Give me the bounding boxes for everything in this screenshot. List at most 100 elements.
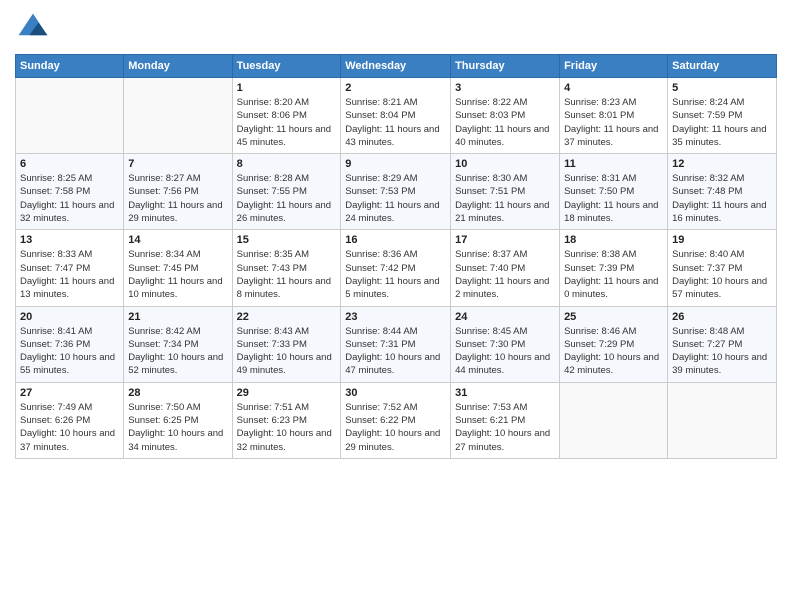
- calendar-cell: 14Sunrise: 8:34 AM Sunset: 7:45 PM Dayli…: [124, 230, 232, 306]
- calendar-cell: 4 Sunrise: 8:23 AM Sunset: 8:01 PM Daylig…: [560, 78, 668, 154]
- weekday-header-monday: Monday: [124, 55, 232, 78]
- day-info: Sunrise: 7:53 AM Sunset: 6:21 PM Dayligh…: [455, 401, 555, 454]
- weekday-header-saturday: Saturday: [668, 55, 777, 78]
- day-number: 4: [564, 82, 663, 94]
- day-info: Sunrise: 8:24 AM Sunset: 7:59 PM Dayligh…: [672, 96, 772, 149]
- calendar-cell: 10 Sunrise: 8:30 AM Sunset: 7:51 PM Dayli…: [451, 154, 560, 230]
- day-number: 2: [345, 82, 446, 94]
- day-info: Sunrise: 8:43 AM Sunset: 7:33 PM Dayligh…: [237, 325, 337, 378]
- day-number: 26: [672, 311, 772, 323]
- calendar-body: 1 Sunrise: 8:20 AM Sunset: 8:06 PM Daylig…: [16, 78, 777, 459]
- calendar-cell: 30 Sunrise: 7:52 AM Sunset: 6:22 PM Dayli…: [341, 382, 451, 458]
- day-number: 29: [237, 387, 337, 399]
- calendar-cell: 16 Sunrise: 8:36 AM Sunset: 7:42 PM Dayli…: [341, 230, 451, 306]
- day-info: Sunrise: 7:52 AM Sunset: 6:22 PM Dayligh…: [345, 401, 446, 454]
- calendar-cell: 12 Sunrise: 8:32 AM Sunset: 7:48 PM Dayli…: [668, 154, 777, 230]
- week-row-2: 6 Sunrise: 8:25 AM Sunset: 7:58 PM Daylig…: [16, 154, 777, 230]
- calendar-cell: 29 Sunrise: 7:51 AM Sunset: 6:23 PM Dayli…: [232, 382, 341, 458]
- day-number: 16: [345, 234, 446, 246]
- day-info: Sunrise: 8:38 AM Sunset: 7:39 PM Dayligh…: [564, 248, 663, 301]
- day-info: Sunrise: 8:48 AM Sunset: 7:27 PM Dayligh…: [672, 325, 772, 378]
- calendar-cell: 22Sunrise: 8:43 AM Sunset: 7:33 PM Dayli…: [232, 306, 341, 382]
- day-info: Sunrise: 8:35 AM Sunset: 7:43 PM Dayligh…: [237, 248, 337, 301]
- day-number: 3: [455, 82, 555, 94]
- weekday-header-thursday: Thursday: [451, 55, 560, 78]
- day-number: 24: [455, 311, 555, 323]
- day-number: 7: [128, 158, 227, 170]
- day-info: Sunrise: 8:41 AM Sunset: 7:36 PM Dayligh…: [20, 325, 119, 378]
- calendar-cell: 11 Sunrise: 8:31 AM Sunset: 7:50 PM Dayli…: [560, 154, 668, 230]
- week-row-3: 13 Sunrise: 8:33 AM Sunset: 7:47 PM Dayli…: [16, 230, 777, 306]
- calendar-cell: [560, 382, 668, 458]
- day-info: Sunrise: 8:42 AM Sunset: 7:34 PM Dayligh…: [128, 325, 227, 378]
- day-info: Sunrise: 7:50 AM Sunset: 6:25 PM Dayligh…: [128, 401, 227, 454]
- day-number: 31: [455, 387, 555, 399]
- day-info: Sunrise: 8:32 AM Sunset: 7:48 PM Dayligh…: [672, 172, 772, 225]
- weekday-header-tuesday: Tuesday: [232, 55, 341, 78]
- day-number: 12: [672, 158, 772, 170]
- calendar-cell: 26 Sunrise: 8:48 AM Sunset: 7:27 PM Dayli…: [668, 306, 777, 382]
- day-info: Sunrise: 8:21 AM Sunset: 8:04 PM Dayligh…: [345, 96, 446, 149]
- day-number: 17: [455, 234, 555, 246]
- calendar-cell: 15Sunrise: 8:35 AM Sunset: 7:43 PM Dayli…: [232, 230, 341, 306]
- day-info: Sunrise: 8:22 AM Sunset: 8:03 PM Dayligh…: [455, 96, 555, 149]
- day-info: Sunrise: 8:23 AM Sunset: 8:01 PM Dayligh…: [564, 96, 663, 149]
- day-number: 28: [128, 387, 227, 399]
- day-number: 18: [564, 234, 663, 246]
- week-row-5: 27 Sunrise: 7:49 AM Sunset: 6:26 PM Dayli…: [16, 382, 777, 458]
- day-number: 5: [672, 82, 772, 94]
- calendar-cell: 21 Sunrise: 8:42 AM Sunset: 7:34 PM Dayli…: [124, 306, 232, 382]
- calendar-cell: 28 Sunrise: 7:50 AM Sunset: 6:25 PM Dayli…: [124, 382, 232, 458]
- calendar-header: SundayMondayTuesdayWednesdayThursdayFrid…: [16, 55, 777, 78]
- calendar-cell: 1 Sunrise: 8:20 AM Sunset: 8:06 PM Daylig…: [232, 78, 341, 154]
- day-number: 8: [237, 158, 337, 170]
- day-number: 6: [20, 158, 119, 170]
- day-info: Sunrise: 8:20 AM Sunset: 8:06 PM Dayligh…: [237, 96, 337, 149]
- calendar-cell: 6 Sunrise: 8:25 AM Sunset: 7:58 PM Daylig…: [16, 154, 124, 230]
- week-row-4: 20Sunrise: 8:41 AM Sunset: 7:36 PM Dayli…: [16, 306, 777, 382]
- day-number: 23: [345, 311, 446, 323]
- calendar-cell: [668, 382, 777, 458]
- calendar-cell: 27 Sunrise: 7:49 AM Sunset: 6:26 PM Dayli…: [16, 382, 124, 458]
- calendar-cell: 2 Sunrise: 8:21 AM Sunset: 8:04 PM Daylig…: [341, 78, 451, 154]
- calendar: SundayMondayTuesdayWednesdayThursdayFrid…: [15, 54, 777, 459]
- day-info: Sunrise: 8:25 AM Sunset: 7:58 PM Dayligh…: [20, 172, 119, 225]
- day-number: 1: [237, 82, 337, 94]
- day-number: 9: [345, 158, 446, 170]
- day-info: Sunrise: 8:40 AM Sunset: 7:37 PM Dayligh…: [672, 248, 772, 301]
- day-number: 14: [128, 234, 227, 246]
- calendar-cell: 13 Sunrise: 8:33 AM Sunset: 7:47 PM Dayli…: [16, 230, 124, 306]
- calendar-cell: [124, 78, 232, 154]
- week-row-1: 1 Sunrise: 8:20 AM Sunset: 8:06 PM Daylig…: [16, 78, 777, 154]
- logo: [15, 10, 55, 46]
- day-number: 21: [128, 311, 227, 323]
- day-info: Sunrise: 8:29 AM Sunset: 7:53 PM Dayligh…: [345, 172, 446, 225]
- calendar-cell: 17 Sunrise: 8:37 AM Sunset: 7:40 PM Dayli…: [451, 230, 560, 306]
- day-info: Sunrise: 8:37 AM Sunset: 7:40 PM Dayligh…: [455, 248, 555, 301]
- day-info: Sunrise: 8:36 AM Sunset: 7:42 PM Dayligh…: [345, 248, 446, 301]
- calendar-cell: 5 Sunrise: 8:24 AM Sunset: 7:59 PM Daylig…: [668, 78, 777, 154]
- calendar-cell: 3 Sunrise: 8:22 AM Sunset: 8:03 PM Daylig…: [451, 78, 560, 154]
- day-info: Sunrise: 8:33 AM Sunset: 7:47 PM Dayligh…: [20, 248, 119, 301]
- day-info: Sunrise: 8:45 AM Sunset: 7:30 PM Dayligh…: [455, 325, 555, 378]
- day-info: Sunrise: 7:51 AM Sunset: 6:23 PM Dayligh…: [237, 401, 337, 454]
- day-number: 13: [20, 234, 119, 246]
- calendar-cell: 7 Sunrise: 8:27 AM Sunset: 7:56 PM Daylig…: [124, 154, 232, 230]
- day-info: Sunrise: 7:49 AM Sunset: 6:26 PM Dayligh…: [20, 401, 119, 454]
- day-number: 30: [345, 387, 446, 399]
- day-info: Sunrise: 8:31 AM Sunset: 7:50 PM Dayligh…: [564, 172, 663, 225]
- day-info: Sunrise: 8:27 AM Sunset: 7:56 PM Dayligh…: [128, 172, 227, 225]
- weekday-header-wednesday: Wednesday: [341, 55, 451, 78]
- day-number: 27: [20, 387, 119, 399]
- page: SundayMondayTuesdayWednesdayThursdayFrid…: [0, 0, 792, 612]
- day-number: 11: [564, 158, 663, 170]
- calendar-cell: 25 Sunrise: 8:46 AM Sunset: 7:29 PM Dayli…: [560, 306, 668, 382]
- day-number: 25: [564, 311, 663, 323]
- calendar-cell: 24 Sunrise: 8:45 AM Sunset: 7:30 PM Dayli…: [451, 306, 560, 382]
- calendar-cell: 31 Sunrise: 7:53 AM Sunset: 6:21 PM Dayli…: [451, 382, 560, 458]
- logo-icon: [15, 10, 51, 46]
- day-number: 10: [455, 158, 555, 170]
- day-info: Sunrise: 8:30 AM Sunset: 7:51 PM Dayligh…: [455, 172, 555, 225]
- calendar-cell: 9 Sunrise: 8:29 AM Sunset: 7:53 PM Daylig…: [341, 154, 451, 230]
- day-info: Sunrise: 8:46 AM Sunset: 7:29 PM Dayligh…: [564, 325, 663, 378]
